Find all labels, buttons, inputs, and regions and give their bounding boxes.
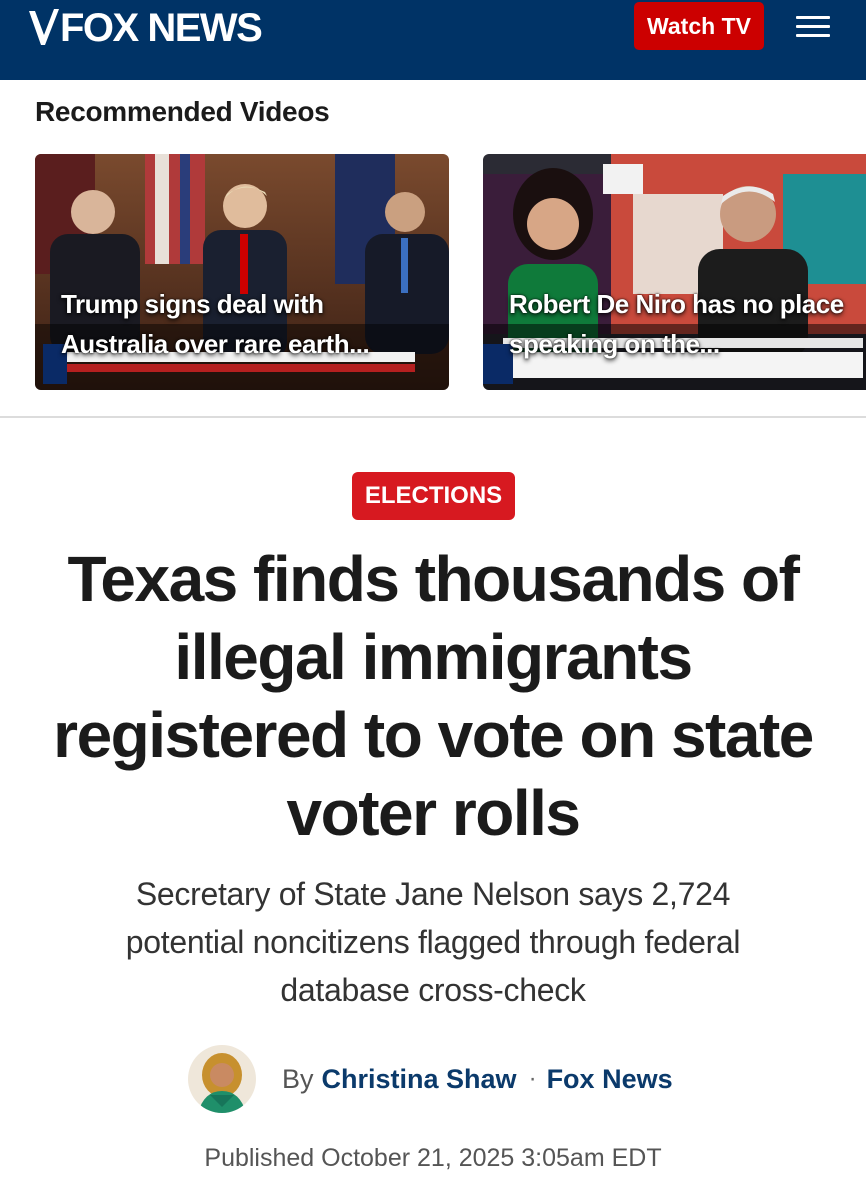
recommended-videos-heading: Recommended Videos (35, 96, 330, 127)
article-subhead: Secretary of State Jane Nelson says 2,72… (125, 876, 741, 1008)
fox-logo-icon (29, 9, 59, 45)
video-card[interactable]: Trump signs deal with Australia over rar… (35, 154, 449, 390)
byline-prefix: By (282, 1063, 314, 1094)
watch-tv-button[interactable]: Watch TV (634, 2, 764, 50)
category-tag[interactable]: ELECTIONS (352, 472, 515, 520)
article-headline: Texas finds thousands of illegal immigra… (53, 543, 814, 849)
video-card[interactable]: Robert De Niro has no place speaking on … (483, 154, 866, 390)
top-header: FOX NEWS Watch TV (0, 0, 866, 80)
fox-news-logo[interactable]: FOX NEWS (26, 4, 263, 52)
outlet-link[interactable]: Fox News (547, 1064, 673, 1095)
hamburger-menu-icon[interactable] (794, 12, 834, 42)
video-title[interactable]: Robert De Niro has no place speaking on … (509, 284, 866, 364)
brand-wordmark: FOX NEWS (60, 6, 263, 50)
byline-separator: · (528, 1065, 537, 1092)
byline: By Christina Shaw · Fox News (188, 1044, 673, 1114)
author-link[interactable]: Christina Shaw (322, 1064, 517, 1095)
publish-date: Published October 21, 2025 3:05am EDT (204, 1144, 662, 1172)
video-title[interactable]: Trump signs deal with Australia over rar… (61, 284, 431, 364)
section-divider (0, 416, 866, 418)
author-avatar[interactable] (188, 1045, 256, 1113)
